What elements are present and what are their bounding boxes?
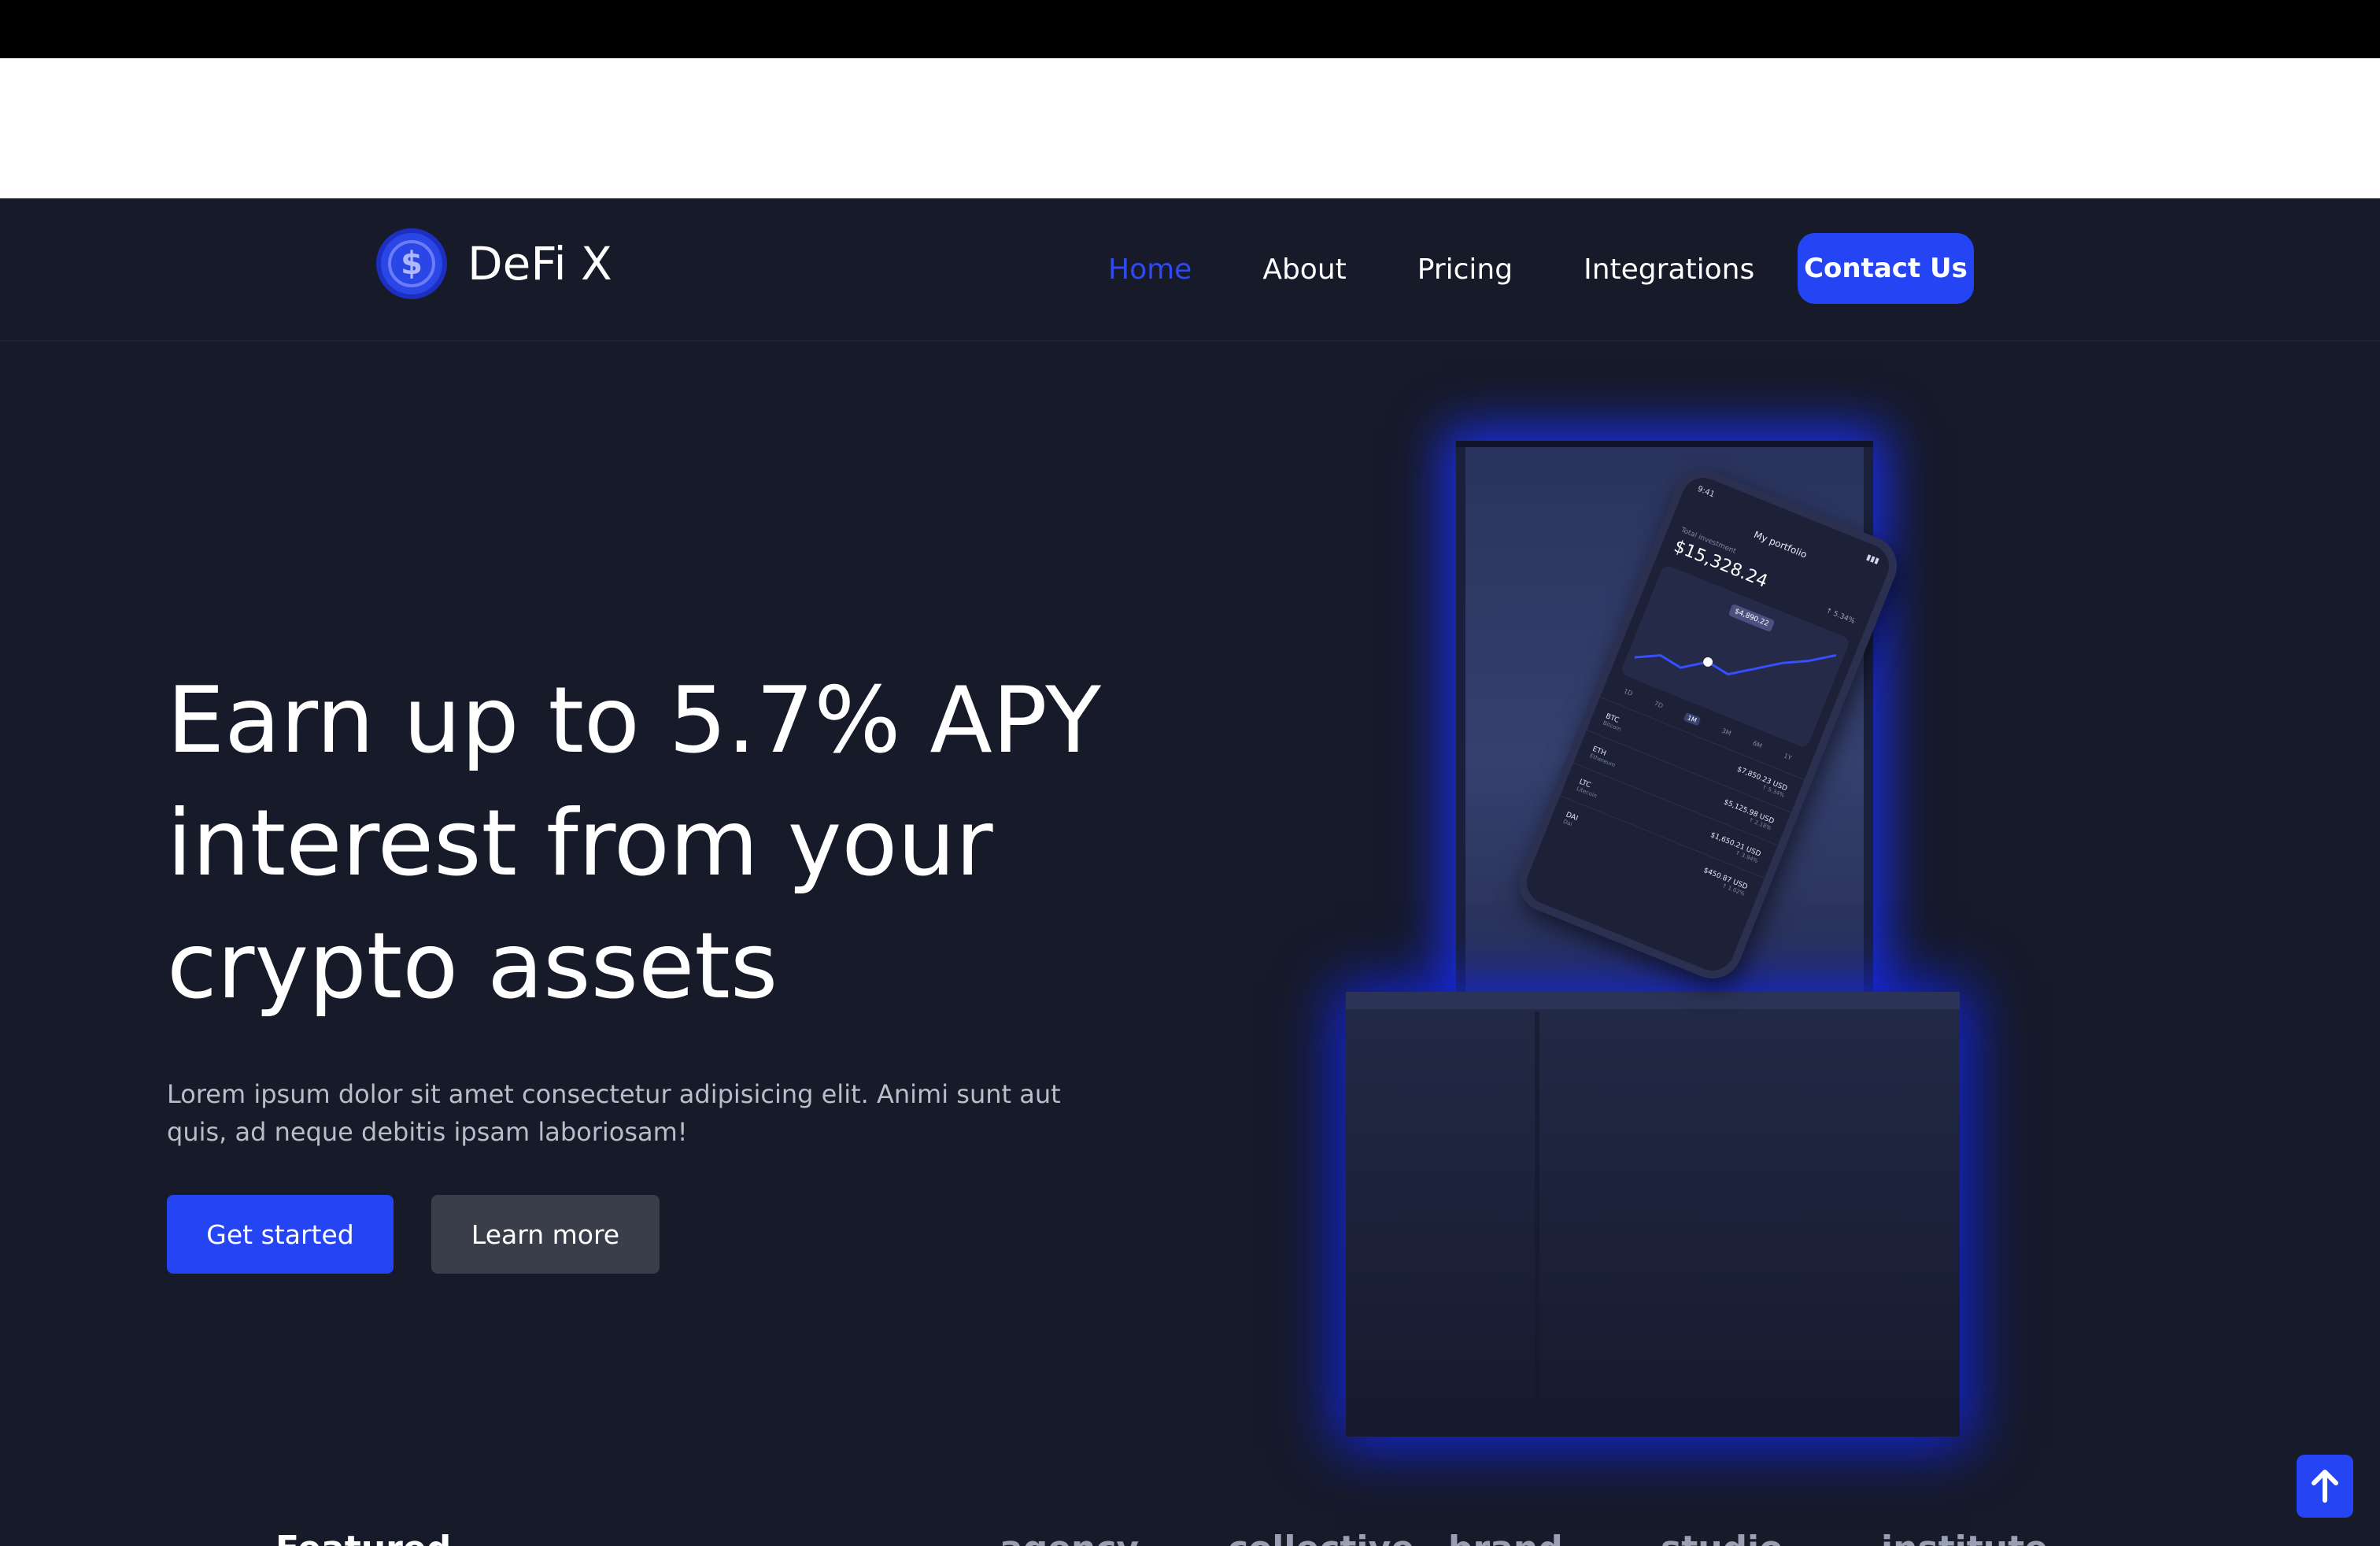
top-white-band [0,58,2380,198]
range-option: 1D [1622,687,1634,697]
partner-logo: institute [1881,1529,2048,1546]
get-started-button[interactable]: Get started [167,1195,394,1274]
partner-logo: collective [1228,1529,1414,1546]
display-pedestal [1346,996,1960,1437]
chart-point [1703,657,1713,667]
signal-icon: ▮▮▮ [1864,553,1881,566]
hero-illustration: 9:41 ▮▮▮ My portfolio Total investment $… [1291,401,2046,1488]
scroll-to-top-button[interactable] [2297,1455,2353,1518]
range-option-selected: 1M [1683,712,1702,727]
phone-total-change: ↑ 5.34% [1824,607,1857,626]
dollar-coin-icon: $ [376,228,447,299]
window-top-bar [0,0,2380,58]
hero-title: Earn up to 5.7% APY interest from your c… [167,660,1190,1028]
hero-title-line: Earn up to 5.7% APY [167,668,1101,774]
navbar: $ DeFi X Home About Pricing Integrations… [0,198,2380,342]
arrow-up-icon [2312,1470,2338,1503]
brand-logo[interactable]: $ DeFi X [376,227,612,301]
hero-description: Lorem ipsum dolor sit amet consectetur a… [167,1079,1061,1147]
learn-more-button[interactable]: Learn more [431,1195,660,1274]
range-option: 3M [1720,727,1732,738]
nav-about[interactable]: About [1262,253,1346,286]
nav-integrations[interactable]: Integrations [1584,253,1754,286]
partner-logo: studio [1661,1529,1783,1546]
main-nav: Home About Pricing Integrations [1108,233,1825,305]
partners-strip: Featured agency collective brand studio … [0,1519,2380,1546]
contact-us-button[interactable]: Contact Us [1798,233,1974,304]
phone-time: 9:41 [1696,484,1717,500]
range-option: 7D [1653,699,1665,710]
range-option: 1Y [1783,752,1793,762]
nav-home[interactable]: Home [1108,253,1192,286]
nav-pricing[interactable]: Pricing [1417,253,1513,286]
hero-title-line: crypto assets [167,913,778,1019]
partner-logo: brand [1448,1529,1563,1546]
brand-name: DeFi X [468,237,612,290]
hero-title-line: interest from your [167,790,993,897]
partners-title: Featured [275,1529,451,1546]
range-option: 6M [1751,739,1764,750]
partner-logo: agency [1000,1529,1139,1546]
